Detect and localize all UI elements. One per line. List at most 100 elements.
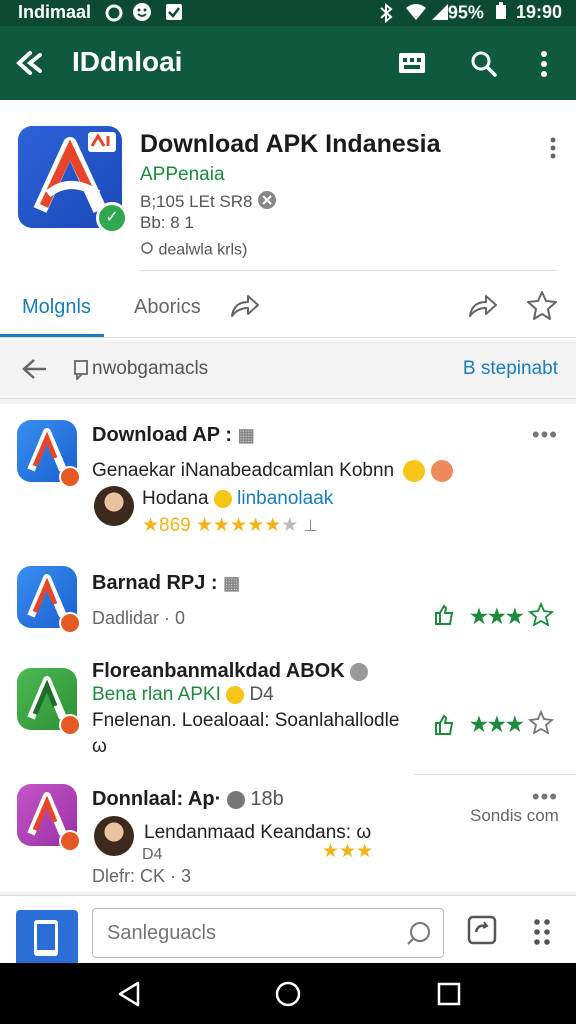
app-meta-text-3: dealwla krls) <box>158 241 248 259</box>
wifi-icon <box>404 2 428 27</box>
play-badge-icon <box>59 612 81 634</box>
play-badge-icon <box>59 830 81 852</box>
verified-badge-icon: ✓ <box>96 202 128 234</box>
item-line-extra: D4 <box>249 684 274 705</box>
more-vert-icon[interactable] <box>548 136 558 165</box>
item-title: Donnlaal: Ap· 18b <box>92 788 284 811</box>
app-meta-line-2: Bb: 8 1 <box>140 213 194 232</box>
reviewer-avatar[interactable] <box>94 816 134 856</box>
green-stars: ★★★ <box>470 606 524 628</box>
list-item[interactable]: Download AP : ▦ ••• Genaekar iNanabeadca… <box>0 404 576 554</box>
clock: 19:90 <box>515 2 562 23</box>
search-icon[interactable] <box>470 50 498 83</box>
item-extra: D4 <box>142 846 163 863</box>
star-outline-icon[interactable] <box>527 601 555 631</box>
keyboard-icon[interactable] <box>398 50 426 81</box>
item-subtitle: Dlefr: CK · 3 <box>92 866 192 886</box>
system-nav-bar <box>0 963 576 1024</box>
forward-icon[interactable] <box>466 292 498 325</box>
item-title: Floreanbanmalkdad ABOK <box>92 660 369 683</box>
app-bar-title: IDdnloai <box>72 46 183 77</box>
info-icon[interactable] <box>257 190 277 215</box>
empty-star-icon: ★ <box>281 515 299 536</box>
list-item[interactable]: Barnad RPJ : ▦ Dadlidar · 0 ★★★ <box>0 554 576 654</box>
item-description-2: ω <box>92 736 107 757</box>
voice-search-icon[interactable] <box>405 919 433 952</box>
tab-divider <box>0 337 576 338</box>
rating-count: ★869 <box>142 515 191 536</box>
item-text-content: Genaekar iNanabeadcamlan Kobnn <box>92 460 395 482</box>
nav-recents-icon[interactable] <box>436 981 462 1012</box>
tab-primary[interactable]: Molgnls <box>22 296 91 319</box>
divider <box>414 774 576 775</box>
rating-stars: ★★★★★ <box>196 515 282 536</box>
overflow-menu-icon[interactable] <box>538 50 550 83</box>
rating-stars: ★★★ <box>322 841 374 862</box>
rating-line: ★869 ★★★★★★ ⊥ <box>142 514 317 537</box>
sub-bar-title: nwobgamacls <box>92 358 209 379</box>
play-badge-icon <box>59 466 81 488</box>
app-bar: IDdnloai <box>0 26 576 100</box>
grid-icon: ▦ <box>237 425 255 445</box>
apps-grid-icon[interactable] <box>532 918 552 951</box>
thumbs-icon[interactable]: ⊥ <box>304 518 318 535</box>
app-meta-text: B;105 LEt SR8 <box>140 191 258 211</box>
reviewer-link[interactable]: linbanolaak <box>237 488 333 509</box>
share-icon[interactable] <box>228 292 260 325</box>
divider <box>140 270 558 271</box>
list-item[interactable]: Donnlaal: Ap· 18b ••• Sondis com Lendanm… <box>0 774 576 892</box>
smile-emoji-icon <box>213 489 232 508</box>
status-bar: Indimaal 95% 19:90 <box>0 0 576 26</box>
thumbs-up-icon[interactable] <box>434 604 454 631</box>
star-outline-icon[interactable] <box>526 290 558 325</box>
blush-emoji-icon <box>430 460 453 482</box>
app-title: Download APK Indanesia <box>140 130 441 158</box>
star-outline-icon[interactable] <box>527 709 555 739</box>
battery-percent: 95% <box>447 2 484 23</box>
green-stars: ★★★ <box>470 714 524 736</box>
play-badge-icon <box>59 714 81 736</box>
item-line-text: Bena rlan APKI <box>92 684 221 705</box>
sub-bar: nwobgamacls B stepinabt <box>0 340 576 399</box>
status-right: 95% 19:90 <box>448 2 562 25</box>
bottom-bar <box>0 895 576 964</box>
item-title-text: Floreanbanmalkdad ABOK <box>92 660 345 682</box>
nav-home-icon[interactable] <box>274 980 302 1013</box>
item-more-icon[interactable]: ••• <box>532 422 558 448</box>
developer-name[interactable]: APPenaia <box>140 164 225 186</box>
app-thumbnail[interactable] <box>16 910 78 964</box>
reviewer-name: Hodana <box>142 488 209 509</box>
checkbox-notification-icon <box>164 2 184 27</box>
settings-icon <box>226 790 245 809</box>
item-subtitle: Dadlidar · 0 <box>92 608 186 628</box>
thumbs-up-icon[interactable] <box>434 714 454 741</box>
item-title: Download AP : ▦ <box>92 424 255 447</box>
sub-bar-link[interactable]: B stepinabt <box>463 358 558 380</box>
search-field[interactable] <box>92 908 444 958</box>
reviewer-line: Hodana linbanolaak <box>142 488 333 510</box>
search-input[interactable] <box>105 917 399 949</box>
list-item[interactable]: Floreanbanmalkdad ABOK Bena rlan APKI D4… <box>0 654 576 774</box>
reviewer-avatar[interactable] <box>94 486 134 526</box>
item-title: Barnad RPJ : ▦ <box>92 572 240 595</box>
smiley-notification-icon <box>132 2 152 27</box>
leaf-icon <box>140 240 154 261</box>
bluetooth-icon <box>378 2 394 28</box>
grin-emoji-icon <box>403 460 426 482</box>
grid-icon: ▦ <box>223 573 241 593</box>
review-list: Download AP : ▦ ••• Genaekar iNanabeadca… <box>0 404 576 892</box>
item-title-text: Barnad RPJ : <box>92 572 218 594</box>
verified-icon <box>350 662 369 681</box>
circle-notification-icon <box>104 3 124 28</box>
app-meta-line-3: dealwla krls) <box>140 240 247 261</box>
nav-back-icon[interactable] <box>116 981 142 1012</box>
item-title-text: Donnlaal: Ap· <box>92 788 222 810</box>
item-title-text: Download AP : <box>92 424 232 446</box>
refresh-icon[interactable] <box>466 914 498 951</box>
app-header: ✓ Download APK Indanesia APPenaia B;105 … <box>0 100 576 340</box>
back-arrow-icon[interactable] <box>16 50 46 81</box>
tab-secondary[interactable]: Aborics <box>134 296 201 319</box>
item-description: Fnelenan. Loealoaal: Soanlahallodle <box>92 710 400 731</box>
source-label[interactable]: Sondis com <box>470 806 559 826</box>
back-icon[interactable] <box>20 356 48 387</box>
